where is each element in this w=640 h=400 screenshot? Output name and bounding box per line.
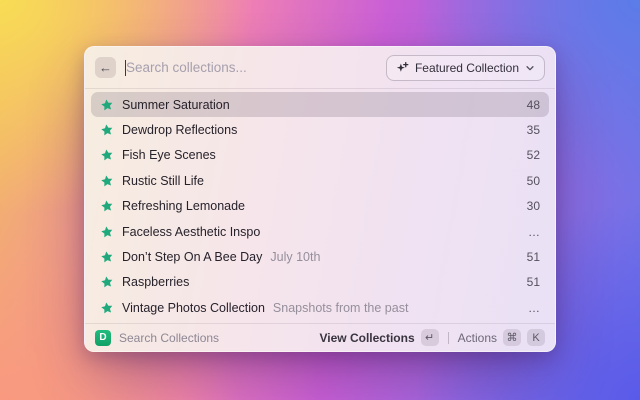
back-button[interactable]: ← xyxy=(95,57,116,78)
star-icon xyxy=(101,226,113,238)
featured-collection-dropdown[interactable]: Featured Collection xyxy=(385,54,545,81)
item-subtitle: July 10th xyxy=(270,250,321,265)
view-collections-button[interactable]: View Collections xyxy=(320,331,415,345)
item-count: … xyxy=(528,300,540,315)
chevron-down-icon xyxy=(526,65,534,70)
item-title: Dewdrop Reflections xyxy=(122,123,238,138)
item-title: Refreshing Lemonade xyxy=(122,199,245,214)
item-title: Rustic Still Life xyxy=(122,173,204,188)
star-icon xyxy=(101,251,113,263)
sparkles-plus-icon xyxy=(396,61,409,72)
item-subtitle: Snapshots from the past xyxy=(272,300,409,315)
item-title: Vintage Photos Collection xyxy=(122,300,265,315)
star-icon xyxy=(101,124,113,136)
footer-divider xyxy=(447,331,449,344)
list-item-dewdrop-reflections[interactable]: Dewdrop Reflections 35 xyxy=(91,117,549,142)
star-icon xyxy=(101,149,113,161)
list-item-summer-saturation[interactable]: Summer Saturation 48 xyxy=(91,92,549,118)
item-count: 35 xyxy=(526,123,540,138)
footer-actions: View Collections ↵ Actions ⌘ K xyxy=(320,329,545,346)
list-item-dont-step-on-a-bee-day[interactable]: Don’t Step On A Bee Day July 10th 51 xyxy=(91,244,549,269)
list-item-vintage-photos-collection[interactable]: Vintage Photos Collection Snapshots from… xyxy=(91,295,549,320)
star-icon xyxy=(101,200,113,212)
footer: D Search Collections View Collections ↵ … xyxy=(85,323,555,351)
item-title: Faceless Aesthetic Inspo xyxy=(122,224,261,239)
item-count: 51 xyxy=(526,275,540,290)
app-logo-icon: D xyxy=(95,329,111,346)
search-input[interactable] xyxy=(126,60,386,75)
item-title: Raspberries xyxy=(122,275,190,290)
cmd-key-badge[interactable]: ⌘ xyxy=(503,329,521,346)
search-header: ← Featured Collection xyxy=(85,47,555,89)
star-icon xyxy=(101,99,113,111)
list-item-refreshing-lemonade[interactable]: Refreshing Lemonade 30 xyxy=(91,194,549,219)
list-item-rustic-still-life[interactable]: Rustic Still Life 50 xyxy=(91,168,549,193)
item-count: 51 xyxy=(526,250,540,265)
item-count: 52 xyxy=(526,148,540,163)
dropdown-label: Featured Collection xyxy=(414,60,519,75)
item-title: Summer Saturation xyxy=(122,97,230,112)
collections-list: Summer Saturation 48 Dewdrop Reflections… xyxy=(85,89,555,323)
k-key-badge[interactable]: K xyxy=(527,329,545,346)
list-item-faceless-aesthetic-inspo[interactable]: Faceless Aesthetic Inspo … xyxy=(91,219,549,244)
list-item-fish-eye-scenes[interactable]: Fish Eye Scenes 52 xyxy=(91,143,549,168)
star-icon xyxy=(101,276,113,288)
item-title: Fish Eye Scenes xyxy=(122,148,216,163)
item-count: … xyxy=(528,224,540,239)
list-item-raspberries[interactable]: Raspberries 51 xyxy=(91,270,549,295)
star-icon xyxy=(101,302,113,314)
enter-key-badge[interactable]: ↵ xyxy=(420,329,439,346)
item-count: 48 xyxy=(526,97,540,112)
command-palette-window: ← Featured Collection Summer Saturation … xyxy=(84,46,556,352)
item-title: Don’t Step On A Bee Day xyxy=(122,250,263,265)
footer-app-info: D Search Collections xyxy=(95,329,220,346)
actions-menu-button[interactable]: Actions xyxy=(458,331,497,345)
footer-command-name: Search Collections xyxy=(119,330,220,345)
item-count: 30 xyxy=(526,199,540,214)
star-icon xyxy=(101,175,113,187)
item-count: 50 xyxy=(526,173,540,188)
